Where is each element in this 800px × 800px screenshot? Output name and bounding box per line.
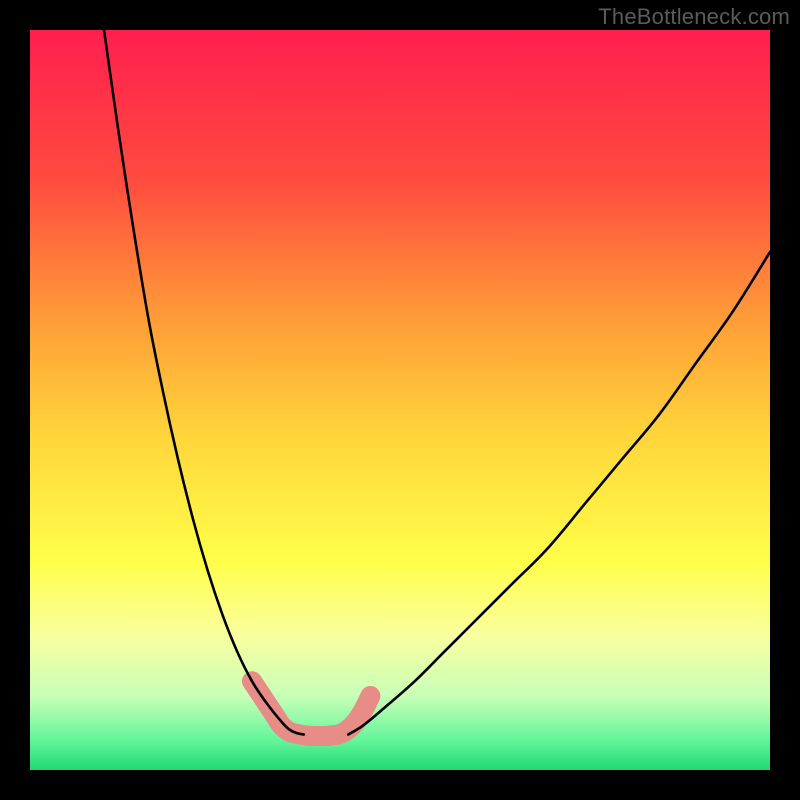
- bottleneck-chart: [30, 30, 770, 770]
- chart-frame: TheBottleneck.com: [0, 0, 800, 800]
- gradient-background: [30, 30, 770, 770]
- watermark-text: TheBottleneck.com: [598, 4, 790, 30]
